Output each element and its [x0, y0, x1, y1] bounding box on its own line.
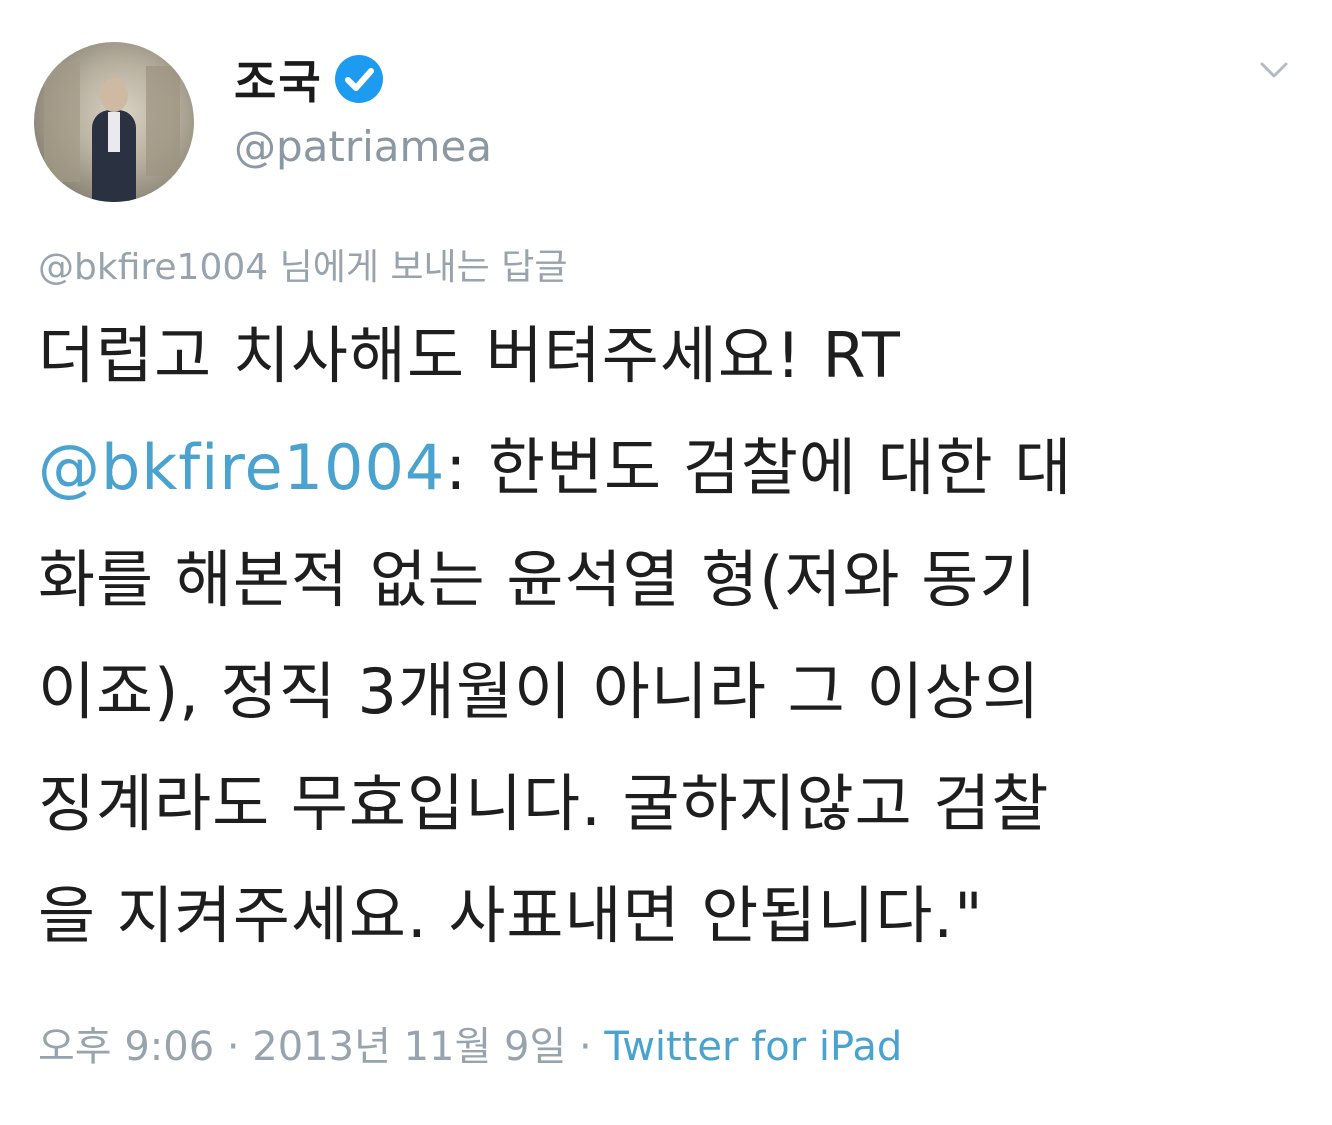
verified-badge-svg: [334, 55, 383, 103]
tweet-card: 조국 @patriamea @bkfire1004 님에게 보내는 답글 더럽고…: [0, 0, 1332, 1125]
reply-mention-link[interactable]: @bkfire1004: [38, 247, 268, 288]
tweet-line-2: @bkfire1004: 한번도 검찰에 대한 대: [38, 412, 1313, 524]
tweet-line-1: 더럽고 치사해도 버텨주세요! RT: [38, 319, 901, 392]
tweet-line-6: 을 지켜주세요. 사표내면 안됩니다.": [38, 879, 984, 952]
tweet-line-3: 화를 해본적 없는 윤석열 형(저와 동기: [38, 543, 1038, 616]
tweet-meta: 오후 9:06 · 2013년 11월 9일 · Twitter for iPa…: [38, 1014, 902, 1072]
chevron-down-svg: [1260, 62, 1288, 78]
avatar-figure-shirt: [108, 112, 120, 152]
reply-context: @bkfire1004 님에게 보내는 답글: [38, 238, 567, 290]
tweet-header: 조국 @patriamea: [34, 38, 1294, 202]
tweet-line-4: 이죠), 정직 3개월이 아니라 그 이상의: [38, 655, 1041, 728]
avatar-figure-head: [100, 78, 128, 112]
display-name[interactable]: 조국: [234, 46, 323, 112]
tweet-mention-link[interactable]: @bkfire1004: [38, 431, 445, 504]
chevron-down-icon[interactable]: [1254, 50, 1294, 90]
verified-badge-icon: [333, 53, 385, 105]
tweet-source-link[interactable]: Twitter for iPad: [604, 1024, 902, 1070]
reply-context-suffix: 님에게 보내는 답글: [279, 247, 568, 288]
avatar[interactable]: [34, 42, 194, 202]
name-row: 조국: [234, 44, 385, 114]
user-handle[interactable]: @patriamea: [234, 122, 492, 171]
avatar-background-left: [44, 62, 80, 182]
tweet-line-5: 징계라도 무효입니다. 굴하지않고 검찰: [38, 767, 1050, 840]
tweet-text: 더럽고 치사해도 버텨주세요! RT @bkfire1004: 한번도 검찰에 …: [38, 300, 1313, 972]
tweet-line-2-text: : 한번도 검찰에 대한 대: [445, 431, 1073, 504]
avatar-background-right: [146, 66, 180, 176]
tweet-timestamp[interactable]: 오후 9:06 · 2013년 11월 9일 ·: [38, 1024, 592, 1070]
